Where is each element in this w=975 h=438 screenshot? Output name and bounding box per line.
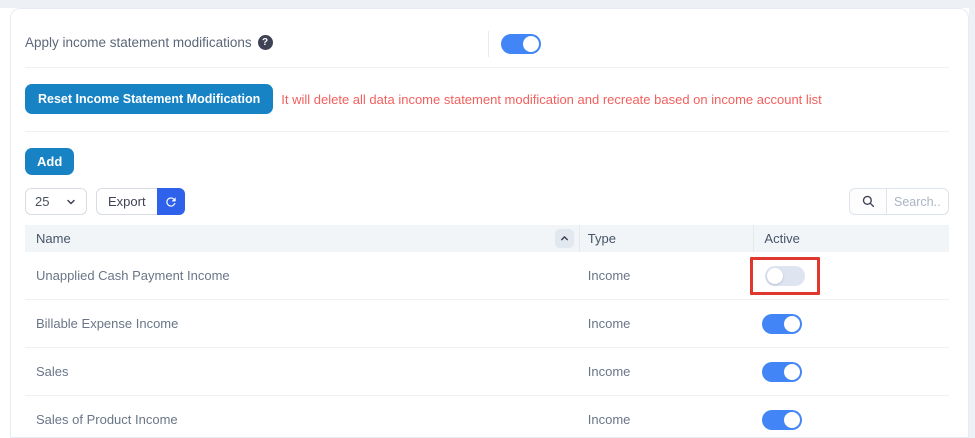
section-divider bbox=[25, 67, 949, 68]
reset-income-statement-button[interactable]: Reset Income Statement Modification bbox=[25, 84, 273, 114]
export-button[interactable]: Export bbox=[96, 188, 157, 215]
cell-active bbox=[754, 362, 949, 382]
table-header: Name Type Active bbox=[25, 225, 949, 252]
apply-modifications-row: Apply income statement modifications ? bbox=[25, 23, 949, 67]
search-group bbox=[849, 188, 949, 215]
table-row: Unapplied Cash Payment IncomeIncome bbox=[25, 252, 949, 300]
cell-type: Income bbox=[580, 316, 755, 331]
column-header-type-label: Type bbox=[588, 231, 616, 246]
page-background-right bbox=[969, 0, 975, 438]
page-background-top bbox=[0, 0, 975, 8]
cell-active bbox=[754, 257, 949, 295]
sort-asc-icon[interactable] bbox=[555, 229, 574, 248]
cell-name: Billable Expense Income bbox=[25, 316, 580, 331]
column-header-name[interactable]: Name bbox=[25, 225, 580, 252]
column-header-active-label: Active bbox=[764, 231, 799, 246]
apply-modifications-toggle[interactable] bbox=[501, 34, 541, 54]
table-row: Sales of Product IncomeIncome bbox=[25, 396, 949, 438]
help-icon[interactable]: ? bbox=[258, 35, 273, 50]
search-input[interactable] bbox=[886, 188, 949, 215]
toggle-knob bbox=[784, 412, 800, 428]
section-divider-2 bbox=[25, 131, 949, 132]
row-active-toggle[interactable] bbox=[762, 410, 802, 430]
modifications-table: Name Type Active Unapplied Cash Payment … bbox=[25, 225, 949, 438]
row-active-toggle[interactable] bbox=[762, 314, 802, 334]
row-active-toggle[interactable] bbox=[762, 362, 802, 382]
table-toolbar: 25 Export bbox=[25, 188, 949, 215]
table-body: Unapplied Cash Payment IncomeIncomeBilla… bbox=[25, 252, 949, 438]
table-row: Billable Expense IncomeIncome bbox=[25, 300, 949, 348]
toggle-knob bbox=[784, 316, 800, 332]
search-icon bbox=[861, 194, 876, 209]
reset-row: Reset Income Statement Modification It w… bbox=[25, 84, 949, 114]
row-active-toggle[interactable] bbox=[765, 266, 805, 286]
settings-card: Apply income statement modifications ? R… bbox=[10, 8, 969, 438]
vertical-divider bbox=[488, 31, 489, 57]
cell-name: Sales bbox=[25, 364, 580, 379]
cell-active bbox=[754, 314, 949, 334]
cell-active bbox=[754, 410, 949, 430]
column-header-type[interactable]: Type bbox=[580, 225, 755, 252]
cell-name: Unapplied Cash Payment Income bbox=[25, 268, 580, 283]
table-row: SalesIncome bbox=[25, 348, 949, 396]
add-button[interactable]: Add bbox=[25, 148, 74, 175]
cell-type: Income bbox=[580, 412, 755, 427]
toggle-knob bbox=[523, 36, 539, 52]
red-highlight-annotation bbox=[750, 257, 820, 295]
toggle-knob bbox=[784, 364, 800, 380]
column-header-name-label: Name bbox=[36, 231, 71, 246]
reset-warning-text: It will delete all data income statement… bbox=[281, 92, 822, 107]
refresh-button[interactable] bbox=[157, 188, 185, 215]
toggle-knob bbox=[767, 268, 783, 284]
export-group: Export bbox=[96, 188, 185, 215]
cell-type: Income bbox=[580, 268, 755, 283]
search-button[interactable] bbox=[849, 188, 886, 215]
apply-modifications-label: Apply income statement modifications bbox=[25, 35, 252, 50]
page-size-value: 25 bbox=[35, 194, 49, 209]
refresh-icon bbox=[164, 195, 178, 209]
cell-type: Income bbox=[580, 364, 755, 379]
cell-name: Sales of Product Income bbox=[25, 412, 580, 427]
chevron-down-icon bbox=[65, 196, 77, 208]
page-size-select[interactable]: 25 bbox=[25, 188, 87, 215]
column-header-active[interactable]: Active bbox=[754, 225, 949, 252]
